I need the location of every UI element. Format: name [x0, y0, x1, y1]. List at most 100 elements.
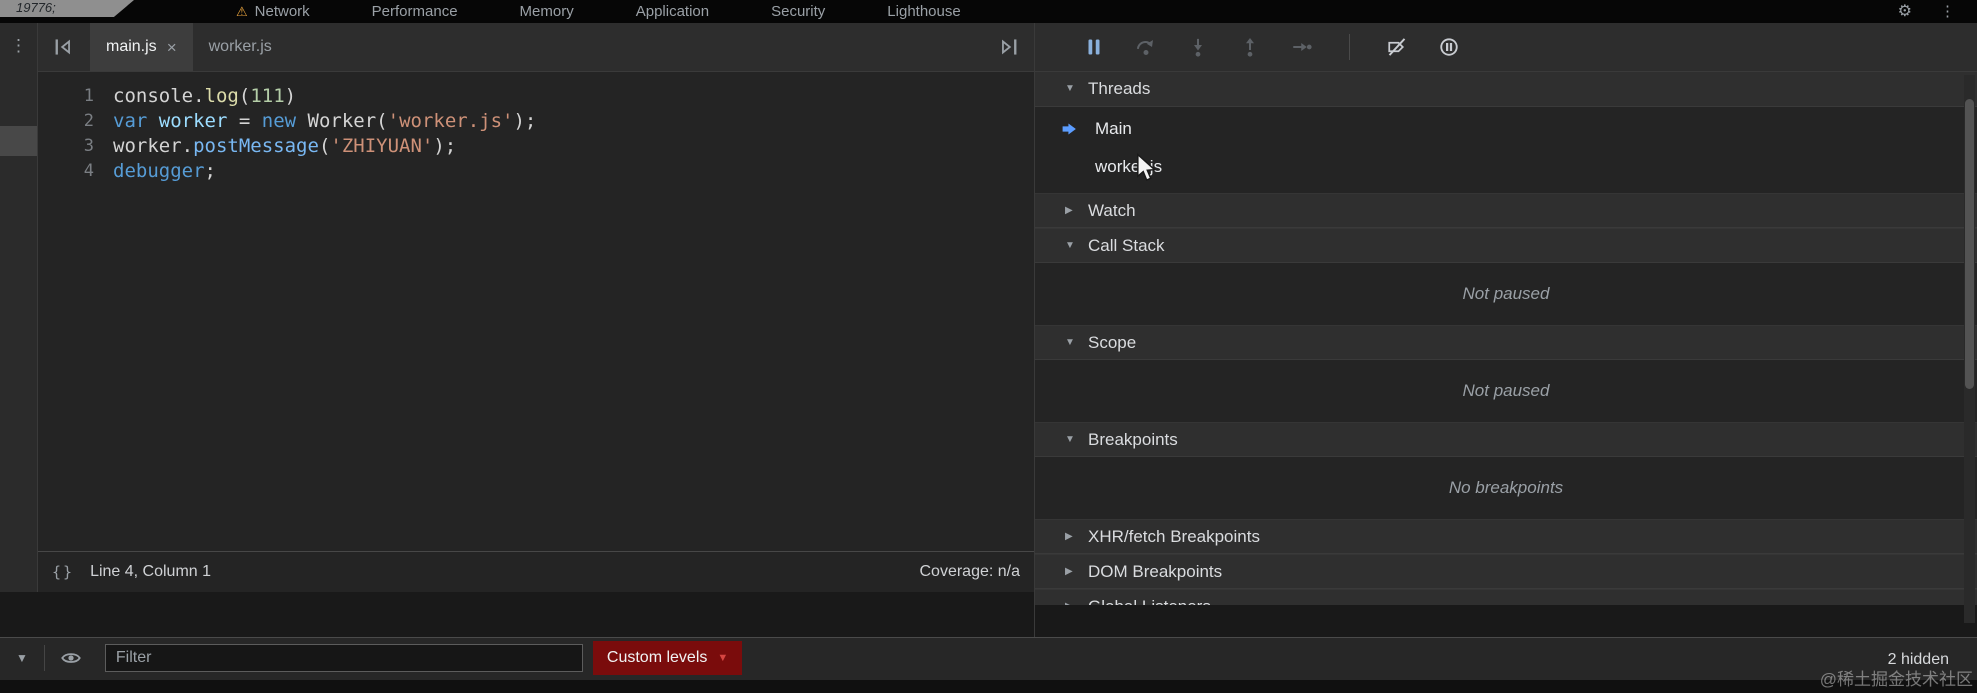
page-behind-fragment: 19776; [0, 0, 134, 17]
section-dom-breakpoints: ▶ DOM Breakpoints [1035, 554, 1977, 589]
section-threads: ▼ Threads Main worker.js [1035, 72, 1977, 193]
sidebar-scrollbar-track [1964, 75, 1975, 623]
console-empty-area [0, 680, 1977, 693]
devtools-tab-label: Lighthouse [887, 3, 961, 20]
console-sidebar-toggle-icon[interactable]: ▼ [16, 652, 28, 664]
step-over-button[interactable] [1133, 34, 1159, 60]
console-toolbar: ▼ Custom levels ▼ [0, 638, 1977, 678]
section-header-scope[interactable]: ▼ Scope [1035, 325, 1977, 360]
devtools-tab-label: Network [254, 3, 310, 20]
debugger-toolbar [1035, 23, 1977, 72]
section-header-threads[interactable]: ▼ Threads [1035, 72, 1977, 107]
code-text[interactable]: debugger; [113, 159, 216, 184]
watermark: @稀土掘金技术社区 [1819, 670, 1973, 689]
current-thread-arrow-icon [1061, 121, 1078, 138]
devtools-top-bar: 19776; ⚠ Network Performance Memory Applicat… [0, 0, 1977, 23]
chevron-right-icon: ▶ [1065, 565, 1073, 577]
section-message: No breakpoints [1448, 478, 1564, 497]
section-header-call-stack[interactable]: ▼ Call Stack [1035, 228, 1977, 263]
chevron-right-icon: ▶ [1065, 204, 1073, 216]
live-expression-eye-icon[interactable] [61, 648, 81, 668]
section-header-watch[interactable]: ▶ Watch [1035, 193, 1977, 228]
devtools-tab-application[interactable]: Application [636, 3, 709, 20]
thread-label: worker.js [1095, 157, 1163, 176]
devtools-tab-label: Memory [519, 3, 574, 20]
log-levels-dropdown[interactable]: Custom levels ▼ [592, 641, 743, 675]
code-text[interactable]: console.log(111) [113, 84, 296, 109]
devtools-tab-network[interactable]: ⚠ Network [236, 3, 310, 20]
line-number[interactable]: 3 [38, 134, 102, 159]
code-editor[interactable]: 1 console.log(111) 2 var worker = new Worke… [38, 72, 1034, 551]
close-icon[interactable]: × [167, 39, 177, 56]
toolbar-divider [43, 645, 45, 671]
step-out-button[interactable] [1237, 34, 1263, 60]
console-filter-input[interactable] [104, 644, 583, 672]
cursor-position-label: Line 4, Column 1 [90, 563, 212, 580]
code-text[interactable]: worker.postMessage('ZHIYUAN'); [113, 134, 456, 159]
hide-navigator-icon[interactable] [52, 36, 74, 58]
sidebar-scrollbar-thumb[interactable] [1965, 99, 1974, 389]
code-text[interactable]: var worker = new Worker('worker.js'); [113, 109, 536, 134]
debugger-sections: ▼ Threads Main worker.js ▶ Watch ▼ Call Stack No… [1035, 72, 1977, 605]
show-sidebar-icon[interactable] [998, 36, 1020, 58]
section-header-global-listeners[interactable]: ▶ Global Listeners [1035, 589, 1977, 605]
section-title: Threads [1088, 79, 1151, 98]
section-header-breakpoints[interactable]: ▼ Breakpoints [1035, 422, 1977, 457]
section-xhr-fetch-breakpoints: ▶ XHR/fetch Breakpoints [1035, 519, 1977, 554]
file-tab-main-js[interactable]: main.js × [90, 23, 193, 71]
thread-row-worker-js[interactable]: worker.js [1035, 148, 1977, 186]
chevron-down-icon: ▼ [1065, 239, 1075, 251]
step-into-button[interactable] [1185, 34, 1211, 60]
section-header-xhr-fetch-breakpoints[interactable]: ▶ XHR/fetch Breakpoints [1035, 519, 1977, 554]
log-levels-label: Custom levels [606, 649, 708, 666]
section-message: Not paused [1462, 284, 1550, 303]
section-title: DOM Breakpoints [1088, 561, 1223, 581]
code-line: 4 debugger; [38, 159, 1034, 184]
chevron-down-icon: ▼ [717, 651, 729, 664]
chevron-right-icon: ▶ [1065, 601, 1078, 605]
line-number[interactable]: 2 [38, 109, 102, 134]
section-scope: ▼ Scope Not paused [1035, 325, 1977, 422]
devtools-tab-label: Application [635, 3, 710, 20]
section-title: Call Stack [1088, 235, 1165, 255]
navigator-selected-sliver [0, 126, 37, 156]
code-lines: 1 console.log(111) 2 var worker = new Worke… [38, 84, 1034, 184]
step-button[interactable] [1289, 34, 1315, 60]
code-line: 2 var worker = new Worker('worker.js'); [38, 109, 1034, 134]
section-watch: ▶ Watch [1035, 193, 1977, 228]
section-title: Watch [1088, 200, 1136, 220]
chevron-right-icon: ▶ [1065, 530, 1073, 542]
section-title: XHR/fetch Breakpoints [1088, 526, 1260, 546]
section-call-stack: ▼ Call Stack Not paused [1035, 228, 1977, 325]
pause-button[interactable] [1081, 34, 1107, 60]
settings-gear-icon[interactable]: ⚙ [1898, 3, 1912, 20]
devtools-tab-memory[interactable]: Memory [520, 3, 574, 20]
thread-label: Main [1095, 119, 1132, 138]
thread-row-main[interactable]: Main [1035, 110, 1977, 148]
devtools-tab-lighthouse[interactable]: Lighthouse [887, 3, 960, 20]
more-menu-icon[interactable]: ⋮ [1940, 4, 1955, 19]
devtools-tab-security[interactable]: Security [771, 3, 825, 20]
sources-editor-panel: main.js × worker.js 1 console.log(111) 2 var … [38, 23, 1034, 592]
line-number[interactable]: 4 [38, 159, 102, 184]
chevron-down-icon: ▼ [1065, 83, 1075, 94]
section-breakpoints: ▼ Breakpoints No breakpoints [1035, 422, 1977, 519]
file-tab-label: main.js [106, 38, 157, 55]
pretty-print-icon[interactable]: {} [52, 563, 74, 581]
devtools-tab-performance[interactable]: Performance [372, 3, 458, 20]
pause-on-exceptions-button[interactable] [1436, 34, 1462, 60]
file-tab-label: worker.js [208, 38, 272, 55]
editor-status-bar: {} Line 4, Column 1 Coverage: n/a [38, 551, 1034, 592]
line-number[interactable]: 1 [38, 84, 102, 109]
section-title: Breakpoints [1088, 429, 1178, 449]
file-tab-worker-js[interactable]: worker.js [193, 23, 288, 71]
deactivate-breakpoints-button[interactable] [1384, 34, 1410, 60]
section-title: Scope [1088, 332, 1137, 352]
devtools-main: ⋮ main.js × worker.js 1 console.log(111) 2 va… [0, 23, 1977, 637]
section-header-dom-breakpoints[interactable]: ▶ DOM Breakpoints [1035, 554, 1977, 589]
file-tab-bar: main.js × worker.js [38, 23, 1034, 72]
devtools-tab-label: Security [771, 3, 826, 20]
navigator-menu-icon[interactable]: ⋮ [10, 36, 27, 56]
section-message: Not paused [1462, 381, 1550, 400]
debugger-sidebar: ▼ Threads Main worker.js ▶ Watch ▼ Call Stack No… [1034, 23, 1977, 637]
